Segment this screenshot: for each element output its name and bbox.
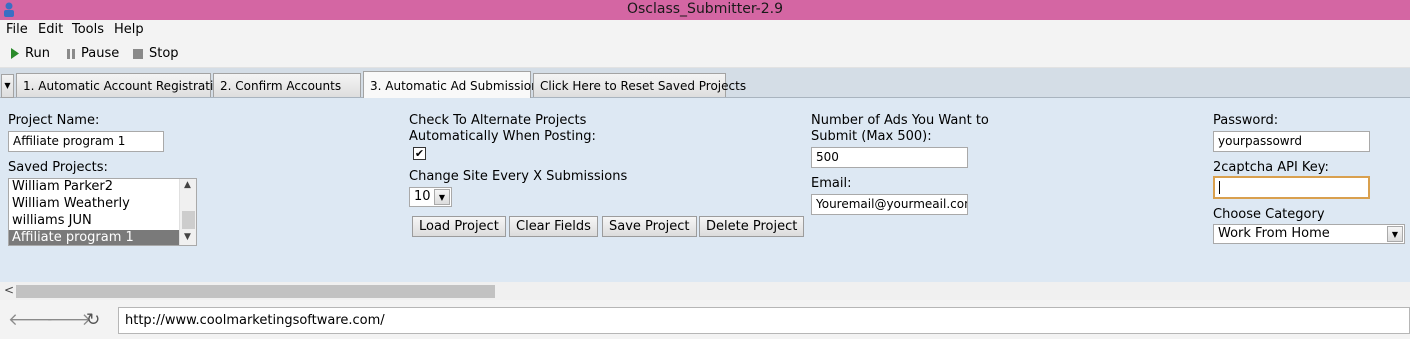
scroll-up-icon[interactable]: ▲ (184, 180, 191, 190)
email-input[interactable]: Youremail@yourmeail.com (811, 194, 968, 215)
run-button[interactable]: Run (10, 46, 50, 61)
menu-help[interactable]: Help (114, 22, 144, 37)
captcha-key-input[interactable] (1213, 176, 1370, 199)
captcha-key-label: 2captcha API Key: (1213, 160, 1329, 175)
category-select[interactable]: Work From Home ▼ (1213, 224, 1405, 244)
project-name-input[interactable]: Affiliate program 1 (8, 131, 164, 152)
menu-edit[interactable]: Edit (38, 22, 63, 37)
list-item[interactable]: williams JUN (9, 213, 196, 230)
category-value: Work From Home (1218, 226, 1330, 241)
toolbar: Run Pause Stop (0, 40, 1410, 68)
project-name-label: Project Name: (8, 113, 100, 128)
chevron-down-icon[interactable]: ▼ (434, 189, 450, 205)
change-site-value: 10 (414, 189, 431, 204)
tab-reset-projects[interactable]: Click Here to Reset Saved Projects (533, 73, 746, 97)
list-scrollbar[interactable]: ▲ ▼ (179, 179, 196, 245)
password-input[interactable]: yourpassowrd (1213, 131, 1370, 152)
email-label: Email: (811, 176, 852, 191)
pause-button[interactable]: Pause (67, 46, 119, 61)
scroll-down-icon[interactable]: ▼ (184, 232, 191, 242)
title-bar: Osclass_Submitter-2.9 (0, 0, 1410, 20)
run-label: Run (25, 46, 50, 61)
play-icon (11, 48, 19, 59)
ads-count-label-line1: Number of Ads You Want to (811, 113, 989, 128)
chevron-down-icon[interactable]: ▼ (1387, 226, 1403, 242)
list-item[interactable]: William Weatherly (9, 196, 196, 213)
tab-confirm-accounts[interactable]: 2. Confirm Accounts (213, 73, 361, 97)
change-site-label: Change Site Every X Submissions (409, 169, 628, 184)
pause-icon (67, 48, 75, 59)
text-caret (1219, 181, 1220, 194)
ads-count-label-line2: Submit (Max 500): (811, 129, 932, 144)
tab-account-registration[interactable]: 1. Automatic Account Registration (16, 73, 228, 97)
reload-icon[interactable]: ↻ (86, 310, 100, 330)
menu-tools[interactable]: Tools (72, 22, 104, 37)
alternate-label-line1: Check To Alternate Projects (409, 113, 587, 128)
scroll-left-icon[interactable]: < (4, 283, 14, 297)
stop-button[interactable]: Stop (133, 46, 179, 61)
list-item-selected[interactable]: Affiliate program 1 (9, 230, 179, 245)
tab-menu-dropdown[interactable]: ▼ (1, 74, 14, 98)
load-project-button[interactable]: Load Project (412, 216, 506, 237)
horizontal-scrollbar[interactable]: < (0, 282, 1410, 300)
tab-ad-submissions[interactable]: 3. Automatic Ad Submissions (363, 71, 545, 98)
clear-fields-button[interactable]: Clear Fields (509, 216, 598, 237)
change-site-select[interactable]: 10 ▼ (409, 187, 452, 207)
saved-projects-list[interactable]: William Parker2 William Weatherly willia… (8, 178, 197, 246)
delete-project-button[interactable]: Delete Project (699, 216, 805, 237)
alternate-label-line2: Automatically When Posting: (409, 129, 596, 144)
list-item[interactable]: William Parker2 (9, 179, 196, 196)
menu-bar: File Edit Tools Help (0, 20, 1410, 40)
ads-count-input[interactable]: 500 (811, 147, 968, 168)
stop-label: Stop (149, 46, 179, 61)
save-project-button[interactable]: Save Project (602, 216, 697, 237)
alternate-projects-checkbox[interactable]: ✔ (413, 147, 426, 160)
password-label: Password: (1213, 113, 1279, 128)
category-label: Choose Category (1213, 207, 1325, 222)
forward-arrow-icon[interactable]: 🡒 (46, 310, 92, 330)
address-bar[interactable]: http://www.coolmarketingsoftware.com/ (118, 307, 1410, 334)
window-title: Osclass_Submitter-2.9 (626, 1, 783, 17)
saved-projects-label: Saved Projects: (8, 160, 108, 175)
tab-strip: 1. Automatic Account Registration 2. Con… (0, 68, 1410, 98)
ad-submission-panel (0, 99, 1410, 282)
scroll-thumb[interactable] (182, 211, 195, 229)
menu-file[interactable]: File (6, 22, 28, 37)
hscroll-thumb[interactable] (16, 285, 495, 298)
stop-icon (133, 48, 143, 59)
pause-label: Pause (81, 46, 120, 61)
